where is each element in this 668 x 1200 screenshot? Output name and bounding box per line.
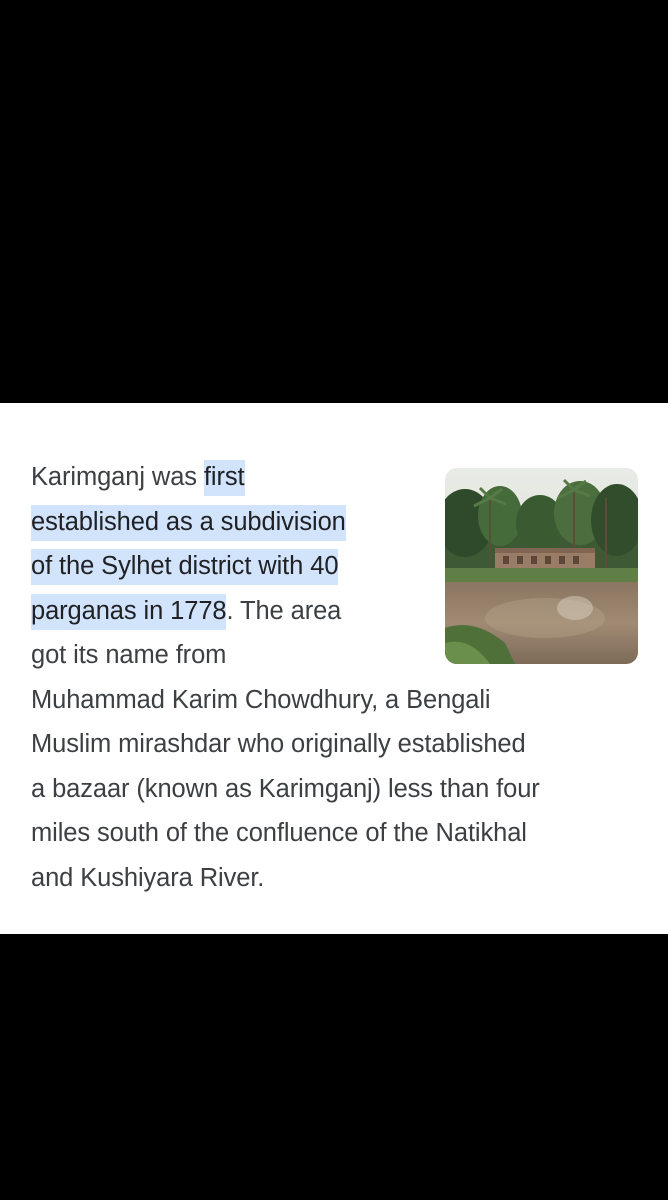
photo-thumbnail-image — [445, 468, 638, 664]
snippet-highlight: established as a subdivision — [31, 504, 346, 541]
photo-thumbnail[interactable] — [445, 468, 638, 664]
snippet-highlight: of the Sylhet district with 40 — [31, 549, 339, 585]
snippet-highlight: parganas in 1778 — [31, 593, 227, 630]
snippet-line-9: miles south of the confluence of the Nat… — [31, 819, 527, 847]
snippet-highlight: first — [203, 460, 245, 496]
top-black-area — [0, 0, 668, 403]
bottom-black-area — [0, 934, 668, 1200]
snippet-line-8: a bazaar (known as Karimganj) less than … — [31, 774, 540, 803]
snippet-line-10: and Kushiyara River. — [31, 863, 265, 892]
snippet-line-6: Muhammad Karim Chowdhury, a Bengali — [31, 685, 491, 714]
snippet-text-plain: Karimganj was — [31, 463, 204, 491]
snippet-text-plain: . The area — [226, 596, 342, 625]
snippet-line-7: Muslim mirashdar who originally establis… — [31, 730, 526, 758]
